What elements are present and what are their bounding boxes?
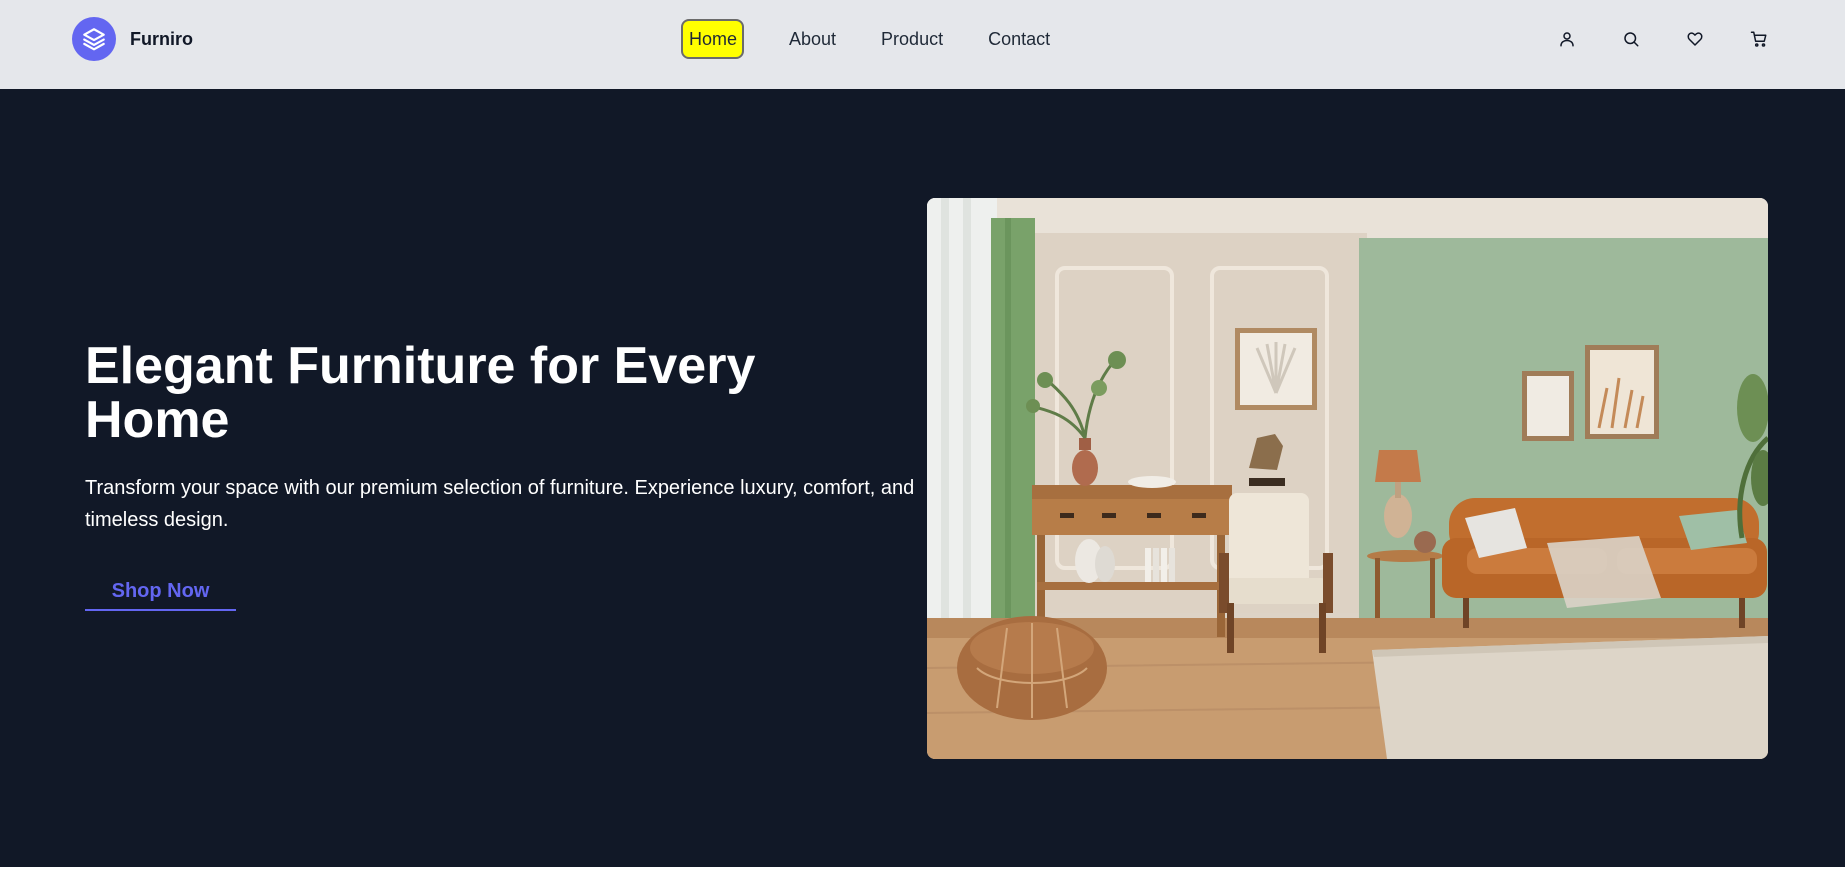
shop-now-button[interactable]: Shop Now <box>85 573 236 611</box>
search-icon[interactable] <box>1620 28 1642 50</box>
heart-icon[interactable] <box>1684 28 1706 50</box>
nav-link-product[interactable]: Product <box>881 28 943 50</box>
nav-link-contact[interactable]: Contact <box>988 28 1050 50</box>
living-room-photo <box>927 198 1768 759</box>
cart-icon[interactable] <box>1748 28 1770 50</box>
nav-link-about[interactable]: About <box>789 28 836 50</box>
page-bottom <box>0 867 1845 892</box>
brand-name: Furniro <box>130 28 193 49</box>
main-nav: Home About Product Contact <box>681 19 1050 59</box>
brand[interactable]: Furniro <box>72 17 193 61</box>
hero-description: Transform your space with our premium se… <box>85 477 915 531</box>
site-header: Furniro Home About Product Contact <box>0 0 1845 89</box>
layers-icon <box>72 17 116 61</box>
hero-title: Elegant Furniture for Every Home <box>85 337 756 449</box>
hero-section: Elegant Furniture for Every Home Transfo… <box>0 89 1845 867</box>
nav-link-home[interactable]: Home <box>681 19 744 59</box>
user-icon[interactable] <box>1556 28 1578 50</box>
header-icons <box>1556 28 1770 50</box>
